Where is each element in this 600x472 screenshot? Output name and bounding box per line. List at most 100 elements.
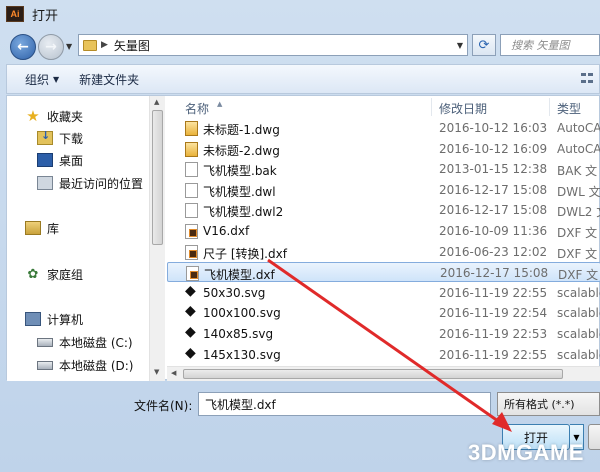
file-name: 100x100.svg	[203, 306, 281, 321]
dxf-icon	[185, 224, 198, 239]
address-bar[interactable]: ▶ 矢量图 ▼	[78, 34, 468, 56]
sidebar-item-label: 最近访问的位置	[59, 176, 144, 191]
file-date: 2016-12-17 15:08	[439, 203, 548, 218]
dxf-icon	[185, 244, 198, 260]
file-list-hscrollbar[interactable]: ◀	[167, 366, 600, 381]
file-date: 2016-12-17 15:08	[440, 266, 549, 281]
chevron-right-icon[interactable]: ▶	[101, 40, 108, 50]
sidebar-item-label: 本地磁盘 (D:)	[59, 358, 134, 373]
filetype-select[interactable]: 所有格式 (*.*)	[497, 392, 600, 416]
column-header-name[interactable]: 名称	[185, 100, 209, 117]
filename-input[interactable]: 飞机模型.dxf	[198, 392, 491, 416]
table-row[interactable]: 140x85.svg 2016-11-19 22:53 scalable	[167, 324, 600, 344]
file-type: AutoCA	[557, 121, 600, 135]
recent-pages-dropdown-icon[interactable]: ▼	[66, 42, 72, 51]
address-dropdown-icon[interactable]: ▼	[457, 41, 463, 50]
file-type: DXF 文	[558, 268, 599, 283]
file-name: 飞机模型.dwl	[203, 184, 276, 199]
table-row[interactable]: 50x30.svg 2016-11-19 22:55 scalable	[167, 283, 600, 303]
file-type: scalable	[557, 347, 600, 362]
file-type: DWL2 文	[557, 205, 600, 220]
new-folder-button[interactable]: 新建文件夹	[69, 71, 149, 88]
table-row[interactable]: 145x130.svg 2016-11-19 22:55 scalable	[167, 345, 600, 365]
doc-icon	[185, 162, 198, 178]
dialog-title: 打开	[32, 8, 59, 24]
table-row[interactable]: 飞机模型.dwl2 2016-12-17 15:08 DWL2 文	[167, 200, 600, 220]
file-date: 2016-11-19 22:55	[439, 285, 548, 300]
dwg-icon	[185, 121, 198, 136]
file-date: 2016-10-09 11:36	[439, 224, 548, 238]
sidebar-scrollbar[interactable]: ▲ ▼	[149, 96, 165, 381]
table-row[interactable]: 飞机模型.bak 2013-01-15 12:38 BAK 文	[167, 159, 600, 179]
table-row-selected[interactable]: 飞机模型.dxf 2016-12-17 15:08 DXF 文	[167, 262, 600, 283]
file-name: 飞机模型.dxf	[204, 268, 275, 283]
table-row[interactable]: 尺子 [转换].dxf 2016-06-23 12:02 DXF 文	[167, 242, 600, 262]
file-name: 145x130.svg	[203, 347, 281, 362]
back-button[interactable]: ←	[10, 34, 36, 60]
table-row[interactable]: V16.dxf 2016-10-09 11:36 DXF 文	[167, 221, 600, 241]
scroll-left-icon[interactable]: ◀	[171, 369, 176, 377]
sidebar-item-desktop[interactable]: 桌面	[37, 150, 83, 170]
navigation-sidebar: ★ 收藏夹 下载 桌面 最近访问的位置 库 ✿ 家庭组	[7, 96, 149, 381]
3dmgame-watermark: 3DMGAME	[468, 440, 584, 465]
hard-disk-icon	[37, 337, 53, 347]
file-date: 2016-06-23 12:02	[439, 244, 548, 259]
file-date: 2013-01-15 12:38	[439, 162, 548, 177]
sidebar-item-disk-c[interactable]: 本地磁盘 (C:)	[37, 332, 133, 352]
search-input[interactable]: 搜索 矢量图	[500, 34, 600, 56]
computer-icon	[25, 312, 41, 326]
sidebar-item-recent[interactable]: 最近访问的位置	[37, 173, 143, 193]
file-name: 140x85.svg	[203, 327, 274, 341]
address-current-folder[interactable]: 矢量图	[114, 37, 150, 54]
sidebar-item-libraries[interactable]: 库	[25, 218, 59, 238]
table-row[interactable]: 飞机模型.dwl 2016-12-17 15:08 DWL 文	[167, 180, 600, 200]
library-icon	[25, 221, 41, 235]
organize-label: 组织	[25, 72, 50, 87]
file-type: DWL 文	[557, 184, 600, 199]
svg-icon	[185, 303, 198, 321]
file-type: scalable	[557, 306, 600, 321]
file-list: 名称 ▲ 修改日期 类型 未标题-1.dwg 2016-10-12 16:03 Au…	[167, 96, 600, 381]
sidebar-item-label: 下载	[59, 131, 84, 146]
sidebar-item-downloads[interactable]: 下载	[37, 128, 83, 148]
doc-icon	[185, 203, 198, 219]
table-row[interactable]: 未标题-2.dwg 2016-10-12 16:09 AutoCA	[167, 139, 600, 159]
sidebar-item-disk-d[interactable]: 本地磁盘 (D:)	[37, 355, 133, 375]
refresh-button[interactable]: ⟳	[472, 34, 496, 56]
new-folder-label: 新建文件夹	[79, 72, 140, 87]
table-row[interactable]: 100x100.svg 2016-11-19 22:54 scalable	[167, 303, 600, 323]
file-date: 2016-11-19 22:54	[439, 306, 548, 321]
sidebar-item-label: 本地磁盘 (C:)	[59, 335, 133, 350]
file-name: 尺子 [转换].dxf	[203, 246, 287, 261]
illustrator-app-icon: Ai	[6, 6, 24, 22]
homegroup-icon: ✿	[27, 266, 39, 282]
star-icon: ★	[26, 107, 40, 125]
sidebar-item-label: 计算机	[47, 312, 84, 327]
folder-icon	[83, 39, 97, 51]
browser-pane: ★ 收藏夹 下载 桌面 最近访问的位置 库 ✿ 家庭组	[6, 95, 600, 381]
downloads-folder-icon	[37, 129, 53, 145]
cancel-button[interactable]	[588, 424, 600, 450]
sidebar-item-label: 家庭组	[47, 267, 84, 282]
organize-button[interactable]: 组织 ▼	[7, 71, 69, 88]
hscroll-thumb[interactable]	[183, 369, 563, 379]
file-name: 未标题-2.dwg	[203, 143, 280, 158]
sidebar-scroll-thumb[interactable]	[152, 110, 163, 245]
sidebar-item-homegroup[interactable]: ✿ 家庭组	[25, 264, 83, 284]
file-name: 50x30.svg	[203, 285, 266, 300]
table-row[interactable]: 未标题-1.dwg 2016-10-12 16:03 AutoCA	[167, 118, 600, 138]
filename-label: 文件名(N):	[134, 399, 193, 413]
sidebar-item-favorites[interactable]: ★ 收藏夹	[25, 106, 83, 126]
view-options-icon[interactable]	[581, 73, 593, 85]
forward-button[interactable]: →	[38, 34, 64, 60]
column-header-modified[interactable]: 修改日期	[439, 100, 487, 117]
hard-disk-icon	[37, 360, 53, 370]
chevron-down-icon: ▼	[53, 74, 60, 84]
scroll-up-icon[interactable]: ▲	[154, 98, 159, 106]
column-header-type[interactable]: 类型	[557, 100, 581, 117]
sidebar-item-computer[interactable]: 计算机	[25, 309, 83, 329]
toolbar: 组织 ▼ 新建文件夹	[6, 64, 600, 94]
file-type: scalable	[557, 285, 600, 300]
desktop-icon	[37, 153, 53, 167]
scroll-down-icon[interactable]: ▼	[154, 368, 159, 376]
